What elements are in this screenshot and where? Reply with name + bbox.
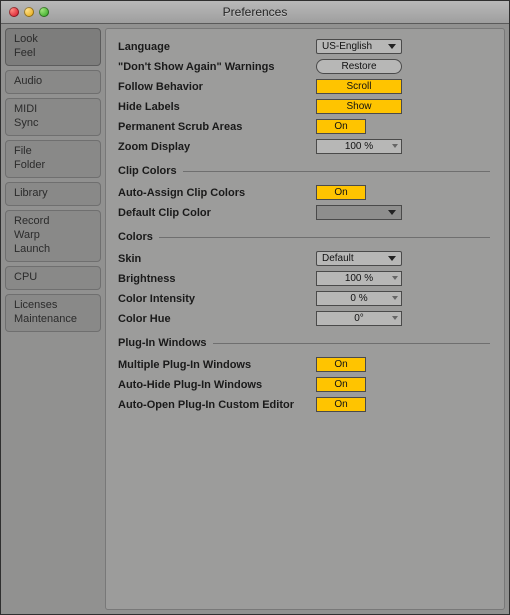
zoom-display-field[interactable]: 100 % (316, 139, 402, 154)
language-select[interactable]: US-English (316, 39, 402, 54)
color-intensity-label: Color Intensity (118, 293, 316, 305)
skin-value: Default (322, 253, 354, 264)
sidebar-item-label: Feel (14, 46, 92, 60)
sidebar-item-label: Look (14, 32, 92, 46)
sidebar-item-label: Maintenance (14, 312, 92, 326)
section-label: Plug-In Windows (118, 337, 213, 349)
permanent-scrub-label: Permanent Scrub Areas (118, 121, 316, 133)
brightness-label: Brightness (118, 273, 316, 285)
titlebar: Preferences (1, 1, 509, 24)
auto-open-plugin-editor-toggle[interactable]: On (316, 397, 366, 412)
color-hue-field[interactable]: 0° (316, 311, 402, 326)
warnings-label: "Don't Show Again" Warnings (118, 61, 316, 73)
multiple-plugin-windows-label: Multiple Plug-In Windows (118, 359, 316, 371)
skin-select[interactable]: Default (316, 251, 402, 266)
skin-label: Skin (118, 253, 316, 265)
window-title: Preferences (1, 5, 509, 19)
auto-assign-clip-colors-toggle[interactable]: On (316, 185, 366, 200)
window-controls (1, 7, 49, 17)
default-clip-color-label: Default Clip Color (118, 207, 316, 219)
follow-behavior-toggle[interactable]: Scroll (316, 79, 402, 94)
section-label: Clip Colors (118, 165, 183, 177)
zoom-display-label: Zoom Display (118, 141, 316, 153)
auto-hide-plugin-windows-label: Auto-Hide Plug-In Windows (118, 379, 316, 391)
multiple-plugin-windows-toggle[interactable]: On (316, 357, 366, 372)
section-plugin-windows: Plug-In Windows (118, 337, 490, 349)
sidebar-item-label: File (14, 144, 92, 158)
preferences-panel: Language US-English "Don't Show Again" W… (105, 28, 505, 610)
sidebar-item-look-feel[interactable]: Look Feel (5, 28, 101, 66)
sidebar-item-record-warp-launch[interactable]: Record Warp Launch (5, 210, 101, 262)
divider (183, 171, 490, 172)
sidebar-item-library[interactable]: Library (5, 182, 101, 206)
sidebar-item-label: Warp (14, 228, 92, 242)
language-value: US-English (322, 41, 372, 52)
divider (159, 237, 490, 238)
sidebar-item-licenses-maintenance[interactable]: Licenses Maintenance (5, 294, 101, 332)
section-colors: Colors (118, 231, 490, 243)
sidebar: Look Feel Audio MIDI Sync File Folder Li… (5, 28, 101, 610)
close-icon[interactable] (9, 7, 19, 17)
color-hue-label: Color Hue (118, 313, 316, 325)
preferences-window: Preferences Look Feel Audio MIDI Sync Fi… (0, 0, 510, 615)
sidebar-item-label: Folder (14, 158, 92, 172)
window-body: Look Feel Audio MIDI Sync File Folder Li… (1, 24, 509, 614)
minimize-icon[interactable] (24, 7, 34, 17)
sidebar-item-file-folder[interactable]: File Folder (5, 140, 101, 178)
sidebar-item-label: Sync (14, 116, 92, 130)
zoom-icon[interactable] (39, 7, 49, 17)
sidebar-item-label: Licenses (14, 298, 92, 312)
language-label: Language (118, 41, 316, 53)
sidebar-item-label: Launch (14, 242, 92, 256)
default-clip-color-select[interactable] (316, 205, 402, 220)
divider (213, 343, 491, 344)
hide-labels-label: Hide Labels (118, 101, 316, 113)
auto-open-plugin-editor-label: Auto-Open Plug-In Custom Editor (118, 399, 316, 411)
sidebar-item-label: Audio (14, 74, 92, 88)
sidebar-item-label: Library (14, 186, 92, 200)
brightness-field[interactable]: 100 % (316, 271, 402, 286)
sidebar-item-label: Record (14, 214, 92, 228)
follow-behavior-label: Follow Behavior (118, 81, 316, 93)
sidebar-item-midi-sync[interactable]: MIDI Sync (5, 98, 101, 136)
sidebar-item-audio[interactable]: Audio (5, 70, 101, 94)
auto-assign-clip-colors-label: Auto-Assign Clip Colors (118, 187, 316, 199)
permanent-scrub-toggle[interactable]: On (316, 119, 366, 134)
sidebar-item-cpu[interactable]: CPU (5, 266, 101, 290)
color-intensity-field[interactable]: 0 % (316, 291, 402, 306)
section-clip-colors: Clip Colors (118, 165, 490, 177)
hide-labels-toggle[interactable]: Show (316, 99, 402, 114)
auto-hide-plugin-windows-toggle[interactable]: On (316, 377, 366, 392)
restore-warnings-button[interactable]: Restore (316, 59, 402, 74)
sidebar-item-label: MIDI (14, 102, 92, 116)
sidebar-item-label: CPU (14, 270, 92, 284)
section-label: Colors (118, 231, 159, 243)
